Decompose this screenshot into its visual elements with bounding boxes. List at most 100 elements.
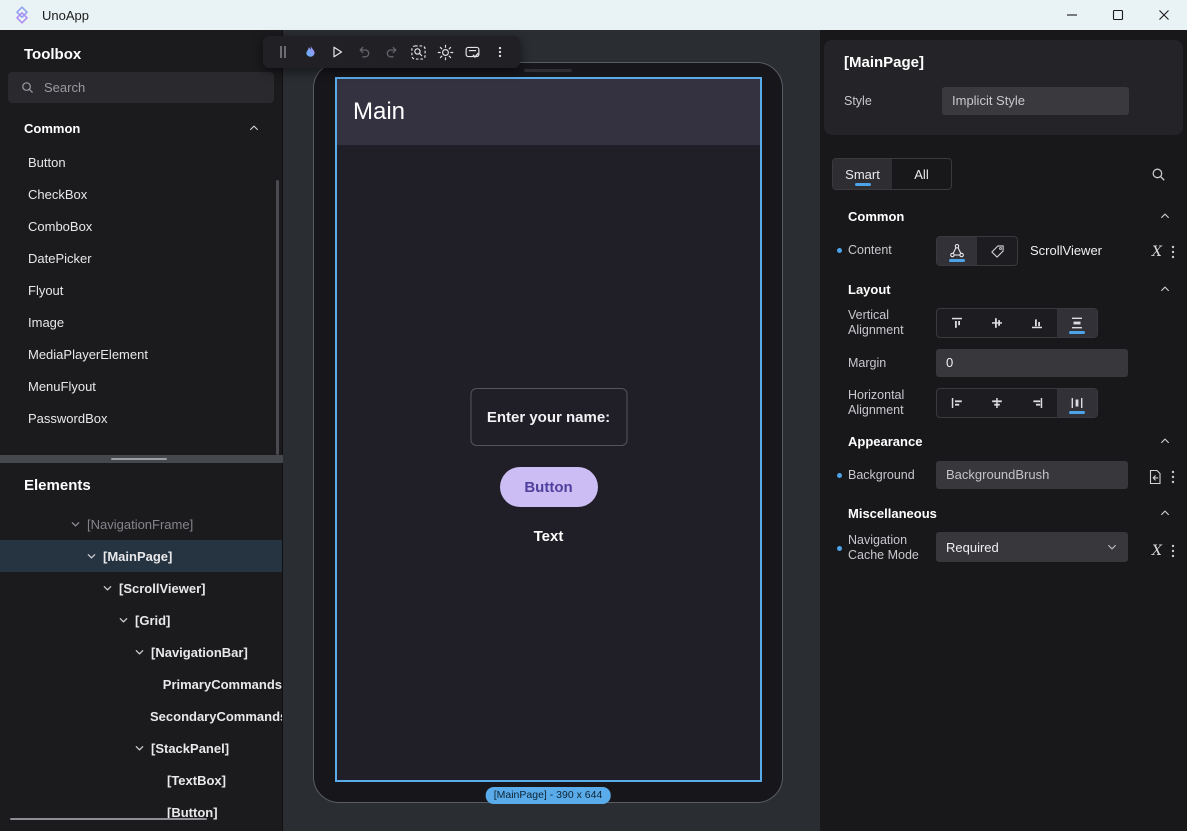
align-bottom-button[interactable] (1017, 309, 1057, 337)
content-element-toggle[interactable] (937, 237, 977, 265)
play-button[interactable] (326, 39, 348, 65)
horizontal-alignment-toggle (936, 388, 1098, 418)
tree-item-secondarycommands[interactable]: SecondaryCommands (0, 700, 282, 732)
toolbox-item-menuflyout[interactable]: MenuFlyout (0, 371, 282, 403)
kebab-menu-icon[interactable] (1171, 470, 1175, 484)
content-type-toggle (936, 236, 1018, 266)
chevron-down-icon[interactable] (134, 647, 151, 658)
tag-icon (990, 244, 1005, 259)
toolbox-search[interactable] (8, 72, 274, 103)
toolbox-item-checkbox[interactable]: CheckBox (0, 179, 282, 211)
content-value-toggle[interactable] (977, 237, 1017, 265)
preview-button[interactable]: Button (500, 467, 598, 507)
toolbox-item-button[interactable]: Button (0, 147, 282, 179)
resource-document-icon[interactable] (1148, 469, 1162, 485)
tree-item-mainpage[interactable]: [MainPage] (0, 540, 282, 572)
align-center-horizontal-button[interactable] (977, 389, 1017, 417)
section-common[interactable]: Common (820, 206, 1187, 226)
redo-button[interactable] (381, 39, 403, 65)
toolbar-drag-handle[interactable] (272, 39, 294, 65)
elements-tree: [NavigationFrame] [MainPage] [ScrollView… (0, 508, 282, 831)
tree-item-button[interactable]: [Button] (0, 796, 282, 828)
chevron-down-icon[interactable] (134, 743, 151, 754)
tree-item-navigationbar[interactable]: [NavigationBar] (0, 636, 282, 668)
tree-item-grid[interactable]: [Grid] (0, 604, 282, 636)
style-input[interactable]: Implicit Style (942, 87, 1129, 115)
property-row-horizontal-alignment: Horizontal Alignment (820, 388, 1187, 418)
toolbox-item-datepicker[interactable]: DatePicker (0, 243, 282, 275)
tree-item-navigationframe[interactable]: [NavigationFrame] (0, 508, 282, 540)
section-miscellaneous[interactable]: Miscellaneous (820, 503, 1187, 523)
section-appearance[interactable]: Appearance (820, 431, 1187, 451)
property-row-vertical-alignment: Vertical Alignment (820, 308, 1187, 338)
tree-item-textbox[interactable]: [TextBox] (0, 764, 282, 796)
navigation-cache-mode-label: Navigation Cache Mode (848, 532, 936, 563)
align-top-button[interactable] (937, 309, 977, 337)
preview-textbox[interactable]: Enter your name: (470, 388, 627, 446)
chevron-down-icon[interactable] (86, 551, 103, 562)
tree-item-stackpanel[interactable]: [StackPanel] (0, 732, 282, 764)
elements-panel: Elements [NavigationFrame] [MainPage] [S… (0, 463, 282, 831)
toolbox-item-list: Button CheckBox ComboBox DatePicker Flyo… (0, 147, 282, 435)
chevron-down-icon[interactable] (102, 583, 119, 594)
navigation-cache-mode-select[interactable]: Required (936, 532, 1128, 562)
elements-horizontal-scrollbar[interactable] (10, 818, 207, 820)
toolbox-item-combobox[interactable]: ComboBox (0, 211, 282, 243)
align-right-button[interactable] (1017, 389, 1057, 417)
section-layout[interactable]: Layout (820, 279, 1187, 299)
close-button[interactable] (1141, 0, 1187, 30)
chevron-down-icon (1106, 541, 1118, 553)
selection-outline: Main Enter your name: Button Text (335, 77, 762, 782)
toolbox-scrollbar[interactable] (276, 180, 279, 455)
maximize-button[interactable] (1095, 0, 1141, 30)
tree-item-primarycommands[interactable]: PrimaryCommands (0, 668, 282, 700)
margin-input[interactable]: 0 (936, 349, 1128, 377)
toolbox-panel: Toolbox Common Button CheckBox ComboBox … (0, 30, 283, 831)
chevron-down-icon[interactable] (70, 519, 87, 530)
align-left-button[interactable] (937, 389, 977, 417)
background-input[interactable]: BackgroundBrush (936, 461, 1128, 489)
theme-toggle-sun-icon[interactable] (435, 39, 457, 65)
search-input[interactable] (44, 80, 262, 95)
property-row-margin: Margin 0 (820, 349, 1187, 377)
property-search-icon[interactable] (1150, 166, 1167, 183)
align-center-vertical-button[interactable] (977, 309, 1017, 337)
elements-title: Elements (24, 477, 282, 494)
tab-smart[interactable]: Smart (833, 159, 892, 189)
toolbox-section-common[interactable]: Common (0, 117, 282, 139)
hierarchy-icon (949, 243, 965, 259)
chevron-up-icon (1159, 435, 1171, 447)
kebab-menu-icon[interactable] (1171, 245, 1175, 259)
minimize-button[interactable] (1049, 0, 1095, 30)
stretch-horizontal-button[interactable] (1057, 389, 1097, 417)
chevron-up-icon (1159, 210, 1171, 222)
toolbox-item-flyout[interactable]: Flyout (0, 275, 282, 307)
design-canvas[interactable]: Main Enter your name: Button Text [MainP… (283, 30, 820, 831)
kebab-menu-icon[interactable] (1171, 544, 1175, 558)
chevron-up-icon (248, 122, 260, 134)
chevron-down-icon[interactable] (118, 615, 135, 626)
toolbox-item-mediaplayerelement[interactable]: MediaPlayerElement (0, 339, 282, 371)
form-factor-checklist-icon[interactable] (462, 39, 484, 65)
undo-button[interactable] (353, 39, 375, 65)
uno-logo-icon (12, 5, 32, 25)
tab-all[interactable]: All (892, 159, 951, 189)
preview-page[interactable]: Main Enter your name: Button Text (337, 79, 760, 780)
xbind-icon[interactable]: X (1152, 244, 1162, 260)
toolbox-item-passwordbox[interactable]: PasswordBox (0, 403, 282, 435)
property-row-navigation-cache-mode: Navigation Cache Mode Required X (820, 532, 1187, 563)
panel-splitter[interactable] (0, 455, 283, 463)
xbind-icon[interactable]: X (1152, 543, 1162, 559)
selected-element-title: [MainPage] (844, 54, 1167, 71)
device-speaker (524, 69, 572, 72)
style-label: Style (844, 94, 942, 109)
toolbox-item-image[interactable]: Image (0, 307, 282, 339)
stretch-vertical-button[interactable] (1057, 309, 1097, 337)
vertical-alignment-label: Vertical Alignment (848, 308, 936, 338)
hot-reload-flame-icon[interactable] (299, 39, 321, 65)
preview-navigation-bar[interactable]: Main (337, 79, 760, 145)
inspect-element-button[interactable] (408, 39, 430, 65)
more-menu-kebab-icon[interactable] (489, 39, 511, 65)
preview-textblock[interactable]: Text (534, 528, 564, 545)
tree-item-scrollviewer[interactable]: [ScrollViewer] (0, 572, 282, 604)
